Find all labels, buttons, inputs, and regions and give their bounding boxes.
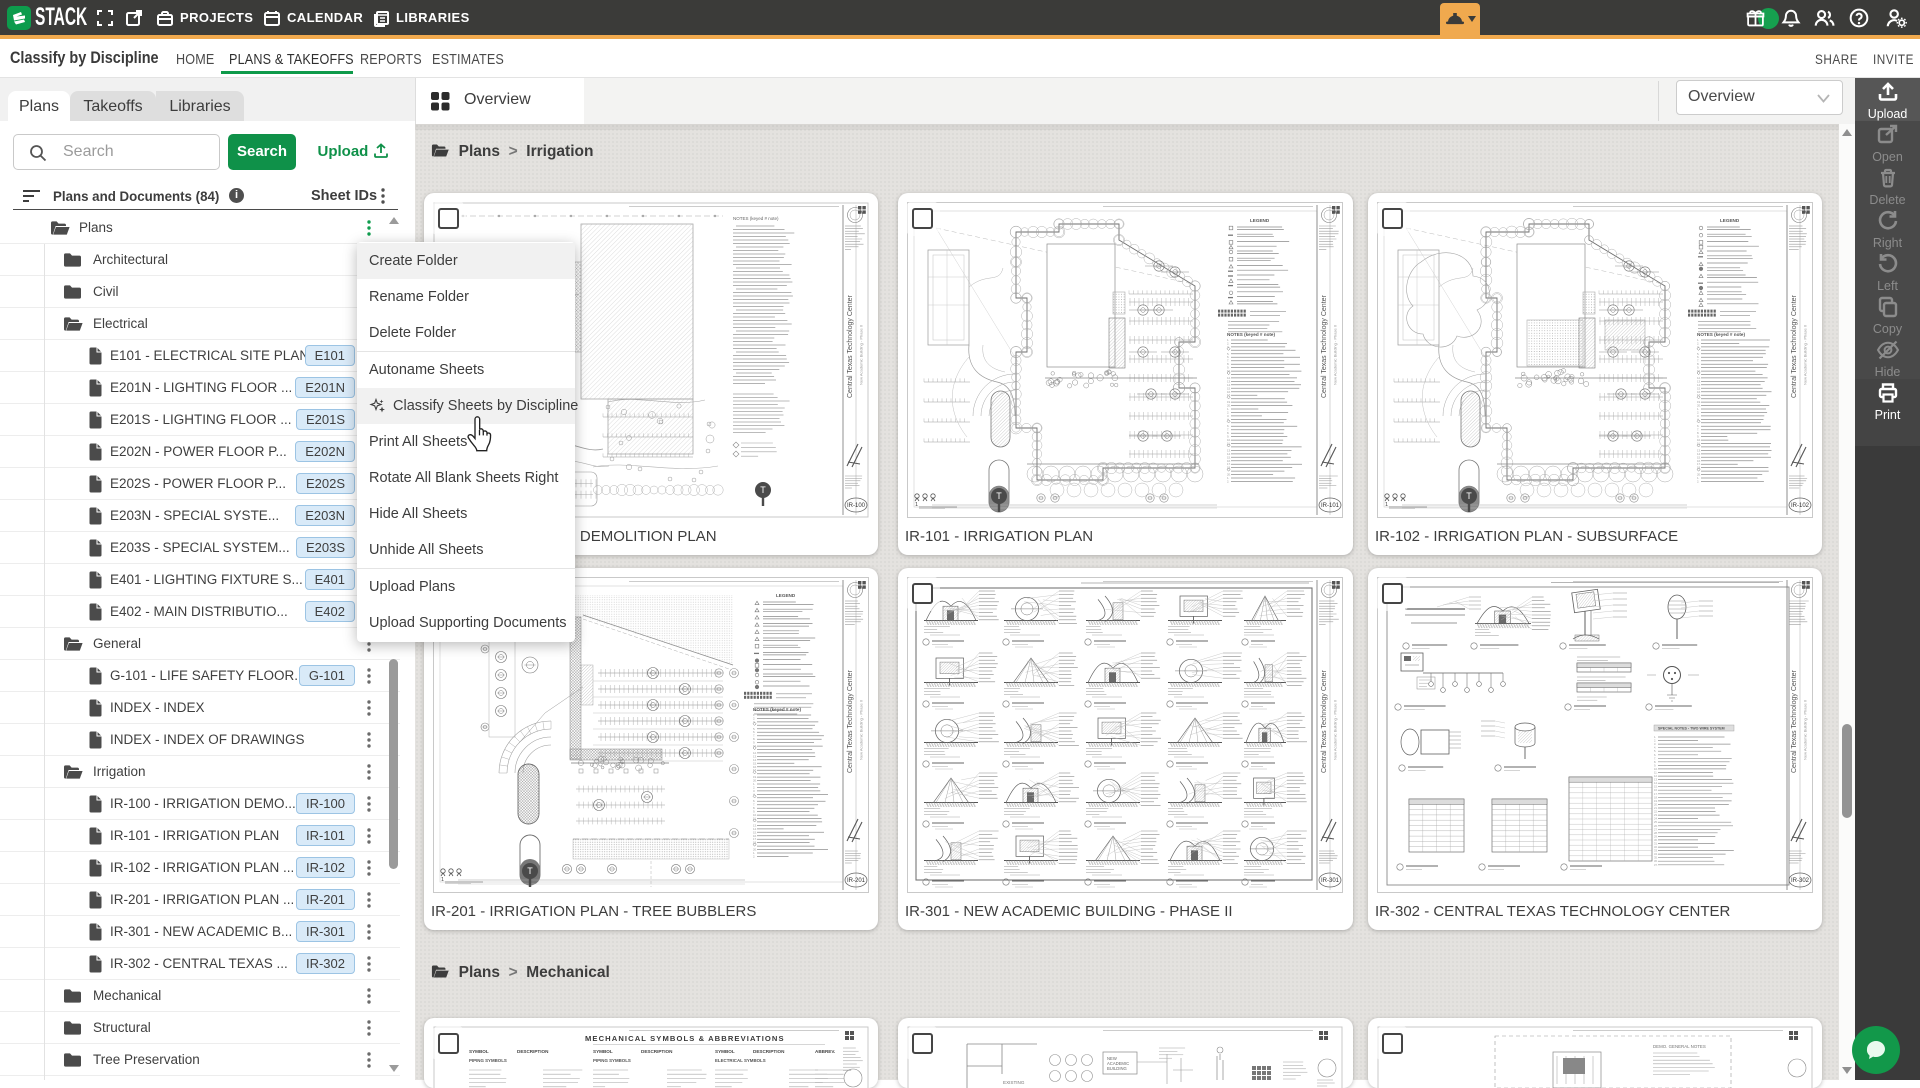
svg-text:ABBREV.: ABBREV. bbox=[815, 1049, 835, 1054]
svg-text:14.: 14. bbox=[1654, 781, 1658, 785]
svg-text:Central Texas Technology Cente: Central Texas Technology Center bbox=[1791, 669, 1798, 773]
svg-text:New Academic Building - Phase: New Academic Building - Phase II bbox=[1803, 325, 1808, 385]
svg-text:SYMBOL: SYMBOL bbox=[469, 1049, 489, 1054]
svg-text:IR-301: IR-301 bbox=[1321, 878, 1340, 884]
svg-text:33.: 33. bbox=[1654, 849, 1658, 853]
svg-text:3.: 3. bbox=[1654, 742, 1656, 746]
svg-text:ELECTRICAL SYMBOLS: ELECTRICAL SYMBOLS bbox=[715, 1058, 766, 1063]
svg-text:SYMBOL: SYMBOL bbox=[715, 1049, 735, 1054]
svg-text:LEGEND: LEGEND bbox=[1250, 218, 1270, 223]
svg-text:35.: 35. bbox=[1654, 856, 1658, 860]
svg-text:NOTES (keyed # note): NOTES (keyed # note) bbox=[753, 707, 801, 712]
svg-text:T: T bbox=[760, 485, 766, 495]
svg-text:T: T bbox=[996, 491, 1002, 501]
svg-text:12.: 12. bbox=[1654, 774, 1658, 778]
svg-text:BUILDING: BUILDING bbox=[1107, 1066, 1127, 1071]
svg-text:DESCRIPTION: DESCRIPTION bbox=[753, 1049, 785, 1054]
svg-text:15.: 15. bbox=[1654, 785, 1658, 789]
svg-text:2.: 2. bbox=[1697, 480, 1700, 484]
svg-text:26.: 26. bbox=[1654, 824, 1658, 828]
svg-text:EXISTING: EXISTING bbox=[1003, 1080, 1025, 1085]
svg-text:21.: 21. bbox=[1654, 806, 1658, 810]
svg-text:1: 1 bbox=[1385, 502, 1388, 508]
svg-text:2.: 2. bbox=[1654, 739, 1656, 743]
svg-text:T: T bbox=[1466, 491, 1472, 501]
svg-text:NOTES (keyed # note): NOTES (keyed # note) bbox=[1697, 332, 1745, 337]
svg-text:New Academic Building - Phase: New Academic Building - Phase II bbox=[1803, 700, 1808, 760]
svg-text:IR-101: IR-101 bbox=[1321, 503, 1340, 509]
svg-text:New Academic Building - Phase: New Academic Building - Phase II bbox=[1333, 700, 1338, 760]
svg-text:IR-201: IR-201 bbox=[847, 878, 866, 884]
svg-text:LEGEND: LEGEND bbox=[1720, 218, 1740, 223]
svg-text:30.: 30. bbox=[1654, 838, 1658, 842]
svg-text:IR-100: IR-100 bbox=[847, 503, 866, 509]
svg-text:MECHANICAL SYMBOLS & ABBREV: MECHANICAL SYMBOLS & ABBREVIATIONS bbox=[585, 1034, 785, 1043]
svg-text:T: T bbox=[527, 866, 533, 876]
svg-text:25.: 25. bbox=[1654, 820, 1658, 824]
svg-text:5.: 5. bbox=[1654, 749, 1656, 753]
svg-text:16.: 16. bbox=[1654, 788, 1658, 792]
svg-text:7.: 7. bbox=[1654, 756, 1656, 760]
svg-text:DESCRIPTION: DESCRIPTION bbox=[517, 1049, 549, 1054]
svg-text:1: 1 bbox=[915, 502, 918, 508]
svg-text:8.: 8. bbox=[1654, 760, 1656, 764]
svg-text:2.: 2. bbox=[1227, 480, 1230, 484]
svg-text:Central Texas Technology Cente: Central Texas Technology Center bbox=[1791, 294, 1798, 398]
svg-text:NOTES (keyed # note): NOTES (keyed # note) bbox=[1227, 332, 1275, 337]
svg-text:28.: 28. bbox=[1654, 831, 1658, 835]
svg-text:6.: 6. bbox=[1654, 753, 1656, 757]
svg-text:19.: 19. bbox=[1654, 799, 1658, 803]
svg-text:Central Texas Technology Cente: Central Texas Technology Center bbox=[847, 669, 854, 773]
svg-text:20.: 20. bbox=[1654, 802, 1658, 806]
svg-text:PIPING SYMBOLS: PIPING SYMBOLS bbox=[469, 1058, 507, 1063]
svg-text:New Academic Building - Phase: New Academic Building - Phase II bbox=[859, 700, 864, 760]
svg-text:27.: 27. bbox=[1654, 827, 1658, 831]
svg-text:32.: 32. bbox=[1654, 845, 1658, 849]
svg-text:Central Texas Technology Cente: Central Texas Technology Center bbox=[847, 294, 854, 398]
svg-text:22.: 22. bbox=[1654, 810, 1658, 814]
svg-text:DEMO. GENERAL NOTES: DEMO. GENERAL NOTES bbox=[1653, 1044, 1706, 1049]
svg-text:New Academic Building - Phase: New Academic Building - Phase II bbox=[859, 325, 864, 385]
svg-text:18.: 18. bbox=[1654, 795, 1658, 799]
svg-text:9.: 9. bbox=[1654, 763, 1656, 767]
svg-text:23.: 23. bbox=[1654, 813, 1658, 817]
svg-text:NOTES (keyed # note): NOTES (keyed # note) bbox=[733, 216, 779, 221]
svg-text:SPECIAL NOTES - TWO WIRE SYSTE: SPECIAL NOTES - TWO WIRE SYSTEM bbox=[1658, 727, 1725, 731]
svg-text:IR-302: IR-302 bbox=[1791, 878, 1810, 884]
svg-text:New Academic Building - Phase: New Academic Building - Phase II bbox=[1333, 325, 1338, 385]
svg-text:IR-102: IR-102 bbox=[1791, 503, 1810, 509]
svg-text:DESCRIPTION: DESCRIPTION bbox=[641, 1049, 673, 1054]
svg-text:Central Texas Technology Cente: Central Texas Technology Center bbox=[1321, 294, 1328, 398]
svg-text:SYMBOL: SYMBOL bbox=[593, 1049, 613, 1054]
svg-text:1: 1 bbox=[441, 877, 444, 883]
svg-text:11.: 11. bbox=[1654, 771, 1658, 775]
svg-text:34.: 34. bbox=[1654, 852, 1658, 856]
svg-text:1.: 1. bbox=[1654, 735, 1656, 739]
svg-text:2.: 2. bbox=[753, 855, 756, 859]
svg-text:37.: 37. bbox=[1654, 863, 1658, 867]
svg-text:4.: 4. bbox=[1654, 746, 1656, 750]
svg-text:36.: 36. bbox=[1654, 859, 1658, 863]
svg-text:31.: 31. bbox=[1654, 842, 1658, 846]
svg-text:17.: 17. bbox=[1654, 792, 1658, 796]
svg-text:24.: 24. bbox=[1654, 817, 1658, 821]
svg-text:10.: 10. bbox=[1654, 767, 1658, 771]
svg-text:29.: 29. bbox=[1654, 834, 1658, 838]
svg-text:Central Texas Technology Cente: Central Texas Technology Center bbox=[1321, 669, 1328, 773]
svg-text:PIPING SYMBOLS: PIPING SYMBOLS bbox=[593, 1058, 631, 1063]
svg-text:13.: 13. bbox=[1654, 778, 1658, 782]
svg-text:LEGEND: LEGEND bbox=[776, 593, 796, 598]
